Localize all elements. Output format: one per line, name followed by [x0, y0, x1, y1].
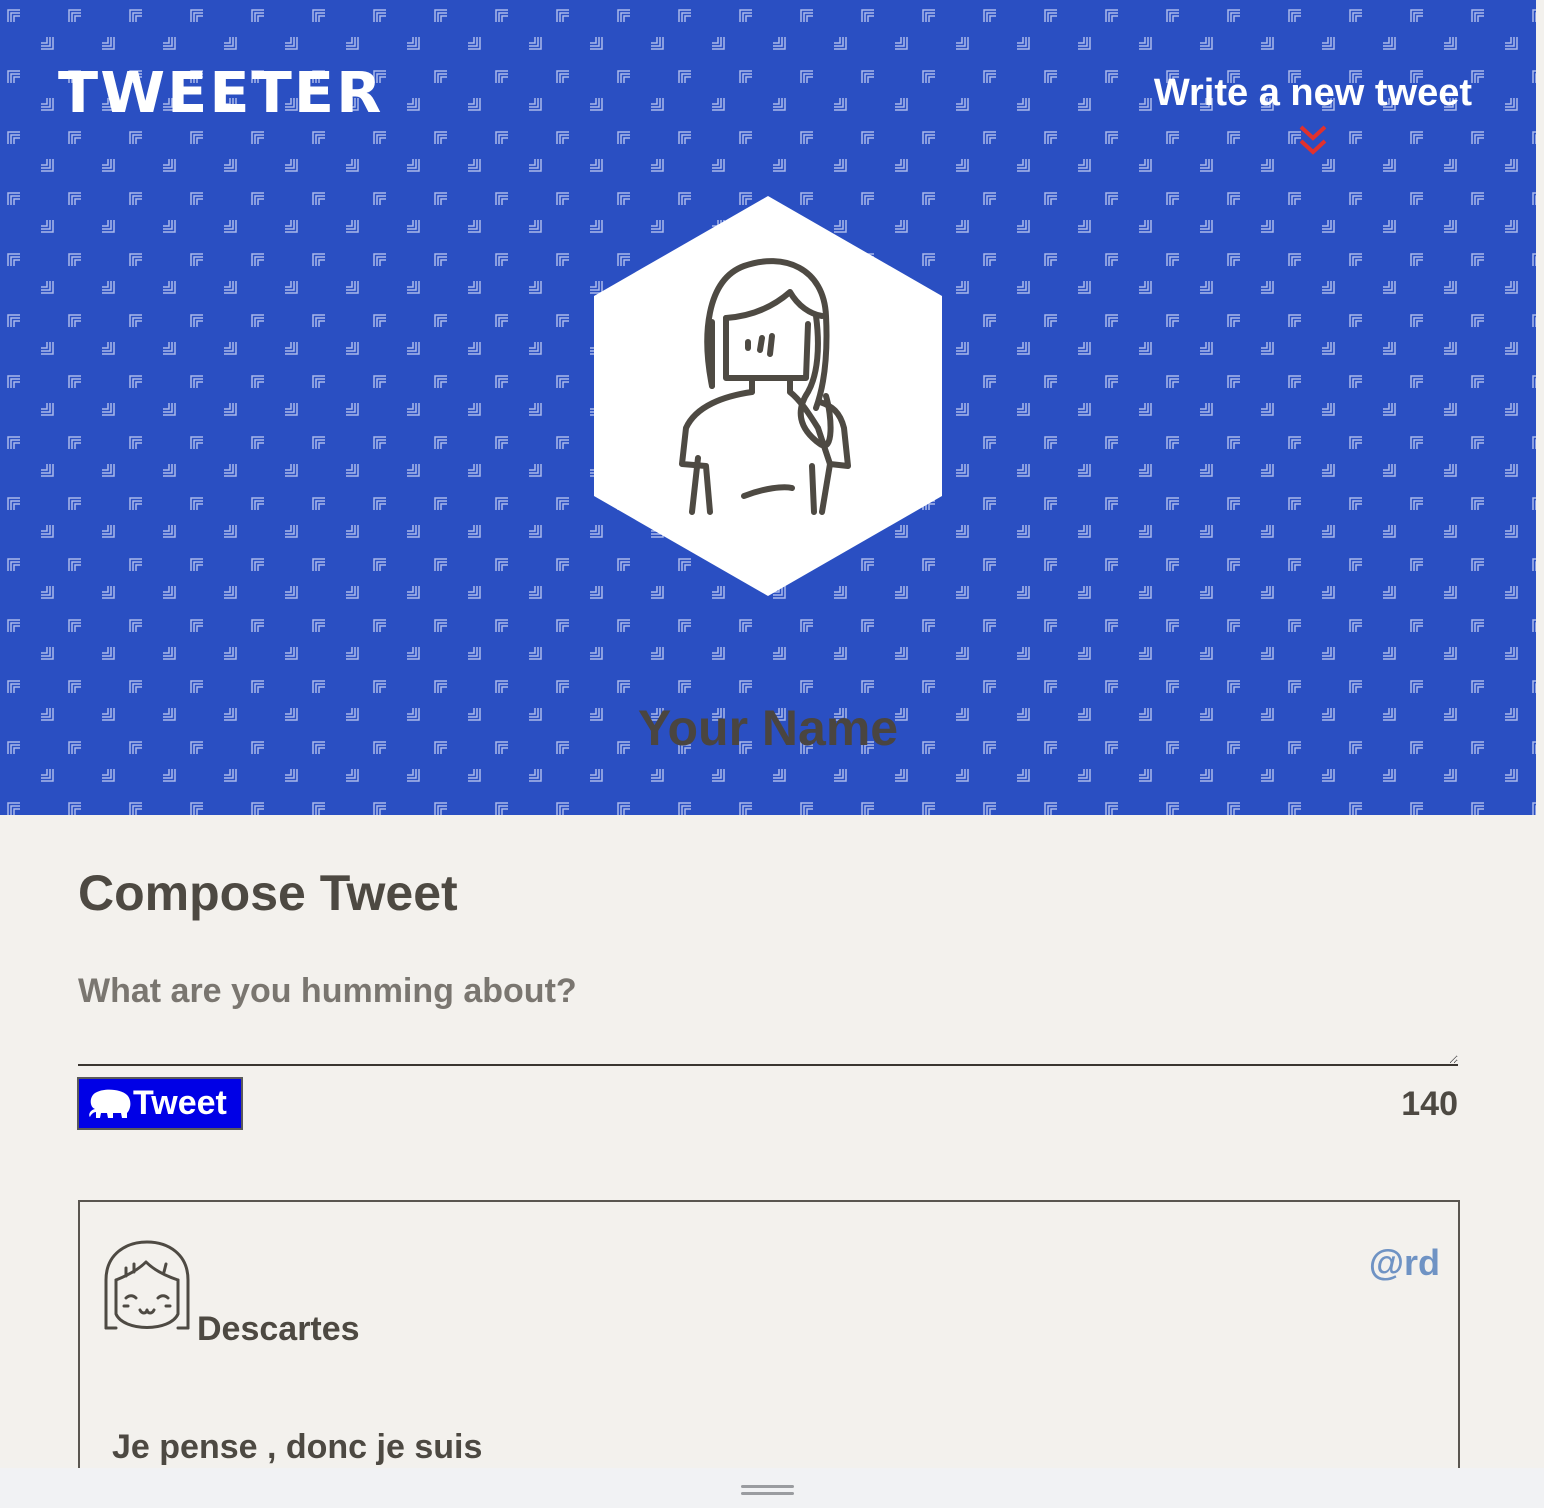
- write-new-tweet-link[interactable]: Write a new tweet: [1154, 70, 1472, 158]
- profile-header: TWEETER Write a new tweet Your Name: [0, 0, 1536, 815]
- write-new-tweet-label: Write a new tweet: [1153, 72, 1472, 114]
- tweet-author-handle: @rd: [1368, 1242, 1440, 1283]
- tweet-text-input[interactable]: [78, 972, 1458, 1066]
- app-logo: TWEETER: [58, 61, 384, 126]
- drag-handle-line: [741, 1492, 794, 1495]
- girl-avatar-icon: [104, 1240, 190, 1330]
- tweet-text: Je pense , donc je suis: [112, 1428, 483, 1466]
- tweet-button-label: Tweet: [133, 1084, 227, 1122]
- drag-handle-line: [741, 1485, 794, 1488]
- tweet-card: Descartes @rd Je pense , donc je suis: [78, 1200, 1460, 1500]
- woman-avatar-icon: [594, 196, 942, 596]
- profile-name: Your Name: [637, 700, 899, 756]
- tweet-author-name: Descartes: [197, 1310, 360, 1348]
- compose-title: Compose Tweet: [78, 865, 458, 921]
- elephant-icon: [89, 1089, 131, 1118]
- drag-handle[interactable]: [741, 1485, 794, 1495]
- character-counter: 140: [1401, 1085, 1458, 1123]
- tweet-button[interactable]: Tweet: [77, 1077, 243, 1130]
- double-chevron-down-icon[interactable]: [1298, 124, 1328, 158]
- bottom-panel-bar: [0, 1468, 1544, 1508]
